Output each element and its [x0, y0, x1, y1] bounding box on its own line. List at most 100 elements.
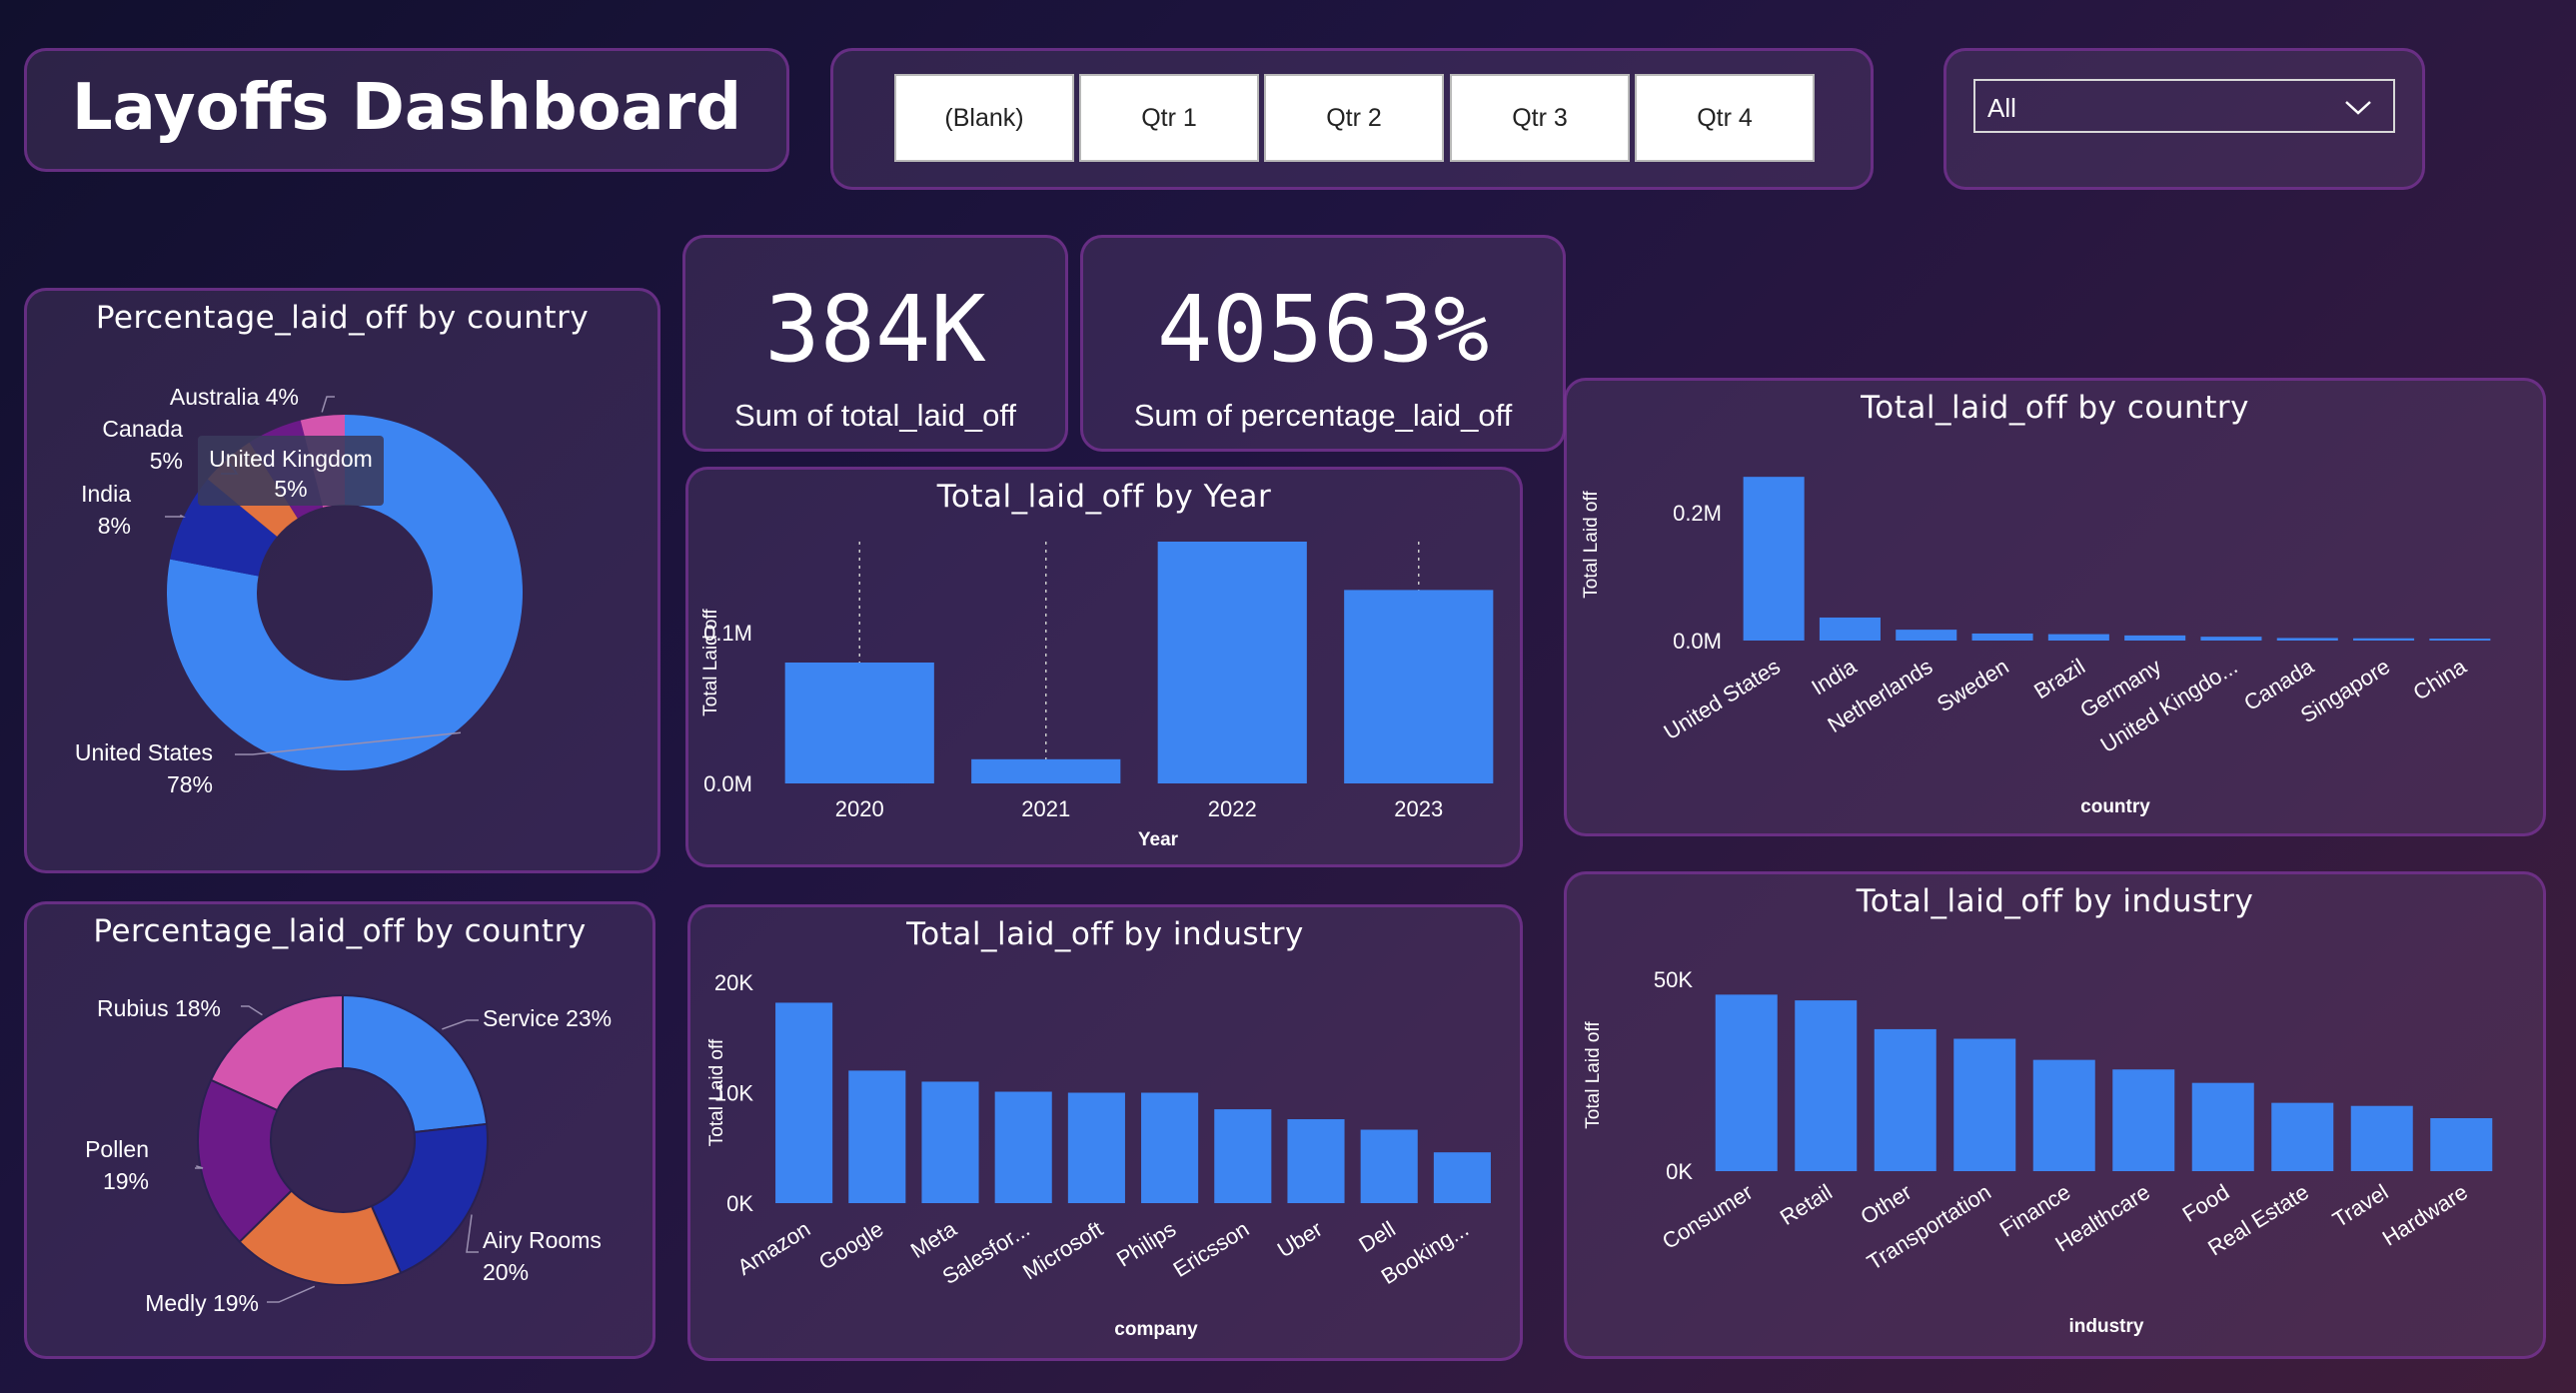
slice-percent: 8% — [98, 513, 131, 539]
bar-netherlands[interactable] — [1896, 630, 1957, 641]
leader-line — [442, 1019, 479, 1030]
y-tick-label: 50K — [1654, 967, 1693, 992]
x-tick-label: Sweden — [1932, 654, 2013, 716]
kpi-pct-value: 40563% — [1156, 276, 1490, 383]
x-tick-label: Meta — [906, 1216, 961, 1264]
slicer-button-blank[interactable]: (Blank) — [894, 74, 1074, 162]
bar-google[interactable] — [848, 1070, 906, 1203]
x-tick-label: Amazon — [733, 1216, 815, 1280]
quarter-slicer: (Blank) Qtr 1 Qtr 2 Qtr 3 Qtr 4 — [894, 74, 1818, 166]
x-tick-label: 2022 — [1208, 796, 1257, 821]
x-tick-label: Hardware — [2378, 1179, 2472, 1251]
x-tick-label: United States — [1660, 654, 1785, 744]
x-tick-label: Ericsson — [1169, 1216, 1254, 1282]
slice-label: United States — [75, 739, 213, 765]
slice-label: Rubius 18% — [97, 995, 221, 1021]
slice-label: Medly 19% — [145, 1290, 259, 1316]
bar-salesfor[interactable] — [994, 1091, 1052, 1203]
bar-germany[interactable] — [2124, 635, 2186, 641]
y-axis-label: Total Laid off — [700, 609, 721, 716]
kpi-total-label: Sum of total_laid_off — [733, 398, 1017, 433]
x-axis-label: industry — [2069, 1316, 2144, 1337]
bar-amazon[interactable] — [775, 1002, 833, 1203]
y-axis-label: Total Laid off — [1581, 491, 1602, 599]
bar-retail[interactable] — [1795, 1000, 1858, 1171]
x-tick-label: Microsoft — [1018, 1216, 1107, 1284]
bar-industry-panel: Total_laid_off by industry 0K 50K Total La… — [1564, 871, 2546, 1359]
dropdown-panel: All — [1943, 48, 2425, 190]
bar-india[interactable] — [1819, 617, 1881, 641]
x-tick-label: Travel — [2328, 1179, 2392, 1232]
bar-2020[interactable] — [784, 663, 934, 783]
slicer-button-qtr4[interactable]: Qtr 4 — [1635, 74, 1815, 162]
bar-united-states[interactable] — [1743, 477, 1805, 641]
title-panel: Layoffs Dashboard — [24, 48, 789, 172]
bar-singapore[interactable] — [2353, 638, 2415, 641]
bar-united-kingdo[interactable] — [2200, 637, 2262, 641]
tooltip-label: United Kingdom — [209, 446, 373, 472]
bar-china[interactable] — [2429, 639, 2491, 641]
x-tick-label: Uber — [1273, 1216, 1327, 1262]
slice-label: India — [81, 481, 131, 507]
slice-percent: 78% — [167, 771, 213, 797]
x-tick-label: Consumer — [1658, 1179, 1757, 1254]
donut-country-panel: Percentage_laid_off by country United St… — [24, 288, 660, 873]
bar-year-panel: Total_laid_off by Year 0.0M 0.1M Total Lai… — [685, 467, 1523, 867]
bar-travel[interactable] — [2350, 1105, 2413, 1171]
bar-meta[interactable] — [921, 1081, 979, 1203]
x-tick-label: 2023 — [1394, 796, 1443, 821]
x-tick-label: United Kingdo... — [2096, 654, 2242, 757]
bar-chart: 0K 50K Total Laid off Consumer Retail Other Tr… — [1583, 967, 2493, 1337]
bar-hardware[interactable] — [2430, 1118, 2493, 1171]
bar-finance[interactable] — [2032, 1059, 2095, 1171]
bar-dell[interactable] — [1360, 1129, 1418, 1203]
y-tick-label: 0.0M — [1673, 629, 1722, 654]
bar-sweden[interactable] — [1971, 633, 2033, 641]
bar-brazil[interactable] — [2047, 634, 2109, 641]
bar-2022[interactable] — [1157, 542, 1307, 783]
bar-transportation[interactable] — [1953, 1038, 2016, 1171]
page-title: Layoffs Dashboard — [71, 71, 742, 145]
bar-food[interactable] — [2191, 1082, 2254, 1171]
bar-philips[interactable] — [1141, 1092, 1199, 1204]
bar-uber[interactable] — [1287, 1119, 1345, 1203]
kpi-total-value: 384K — [764, 276, 986, 383]
donut-chart: Service 23% Airy Rooms 20% Medly 19% Pollen 1… — [85, 993, 612, 1316]
bar-consumer[interactable] — [1715, 994, 1778, 1171]
bar-2021[interactable] — [971, 758, 1121, 783]
x-tick-label: Brazil — [2029, 654, 2089, 703]
slice-label: Pollen — [85, 1136, 149, 1162]
leader-line — [241, 1005, 263, 1016]
y-tick-label: 0K — [726, 1191, 753, 1216]
y-axis-label: Total Laid off — [706, 1038, 727, 1146]
dropdown-selected-value: All — [1987, 93, 2016, 123]
bar-canada[interactable] — [2276, 638, 2338, 641]
slicer-button-qtr2[interactable]: Qtr 2 — [1264, 74, 1444, 162]
bar-real-estate[interactable] — [2271, 1102, 2334, 1171]
bar-booking[interactable] — [1433, 1152, 1491, 1203]
donut-company-panel: Percentage_laid_off by country Service 2… — [24, 901, 655, 1359]
slicer-button-qtr3[interactable]: Qtr 3 — [1450, 74, 1630, 162]
bar-chart: 0K10K20KTotal Laid offAmazon Google MetaSa… — [706, 970, 1491, 1340]
x-tick-label: Dell — [1354, 1216, 1399, 1257]
x-tick-label: Other — [1856, 1179, 1916, 1229]
bar-microsoft[interactable] — [1067, 1092, 1125, 1204]
leader-line — [165, 514, 186, 518]
y-axis-label: Total Laid off — [1583, 1021, 1604, 1129]
bar-country-panel: Total_laid_off by country 0.0M 0.2M Total … — [1564, 378, 2546, 836]
x-tick-label: India — [1807, 654, 1861, 700]
bar-ericsson[interactable] — [1214, 1109, 1272, 1203]
y-tick-label: 20K — [714, 970, 753, 995]
leader-line — [267, 1285, 316, 1303]
bar-other[interactable] — [1874, 1028, 1936, 1171]
bar-2023[interactable] — [1344, 590, 1494, 783]
quarter-slicer-panel: (Blank) Qtr 1 Qtr 2 Qtr 3 Qtr 4 — [830, 48, 1874, 190]
filter-dropdown[interactable]: All — [1973, 79, 2395, 133]
leader-line — [466, 1214, 479, 1253]
slice-label: Canada — [102, 416, 183, 442]
leader-line — [321, 396, 335, 413]
x-tick-label: 2020 — [835, 796, 884, 821]
slice-service[interactable] — [342, 993, 489, 1134]
bar-healthcare[interactable] — [2112, 1069, 2175, 1171]
slicer-button-qtr1[interactable]: Qtr 1 — [1079, 74, 1259, 162]
